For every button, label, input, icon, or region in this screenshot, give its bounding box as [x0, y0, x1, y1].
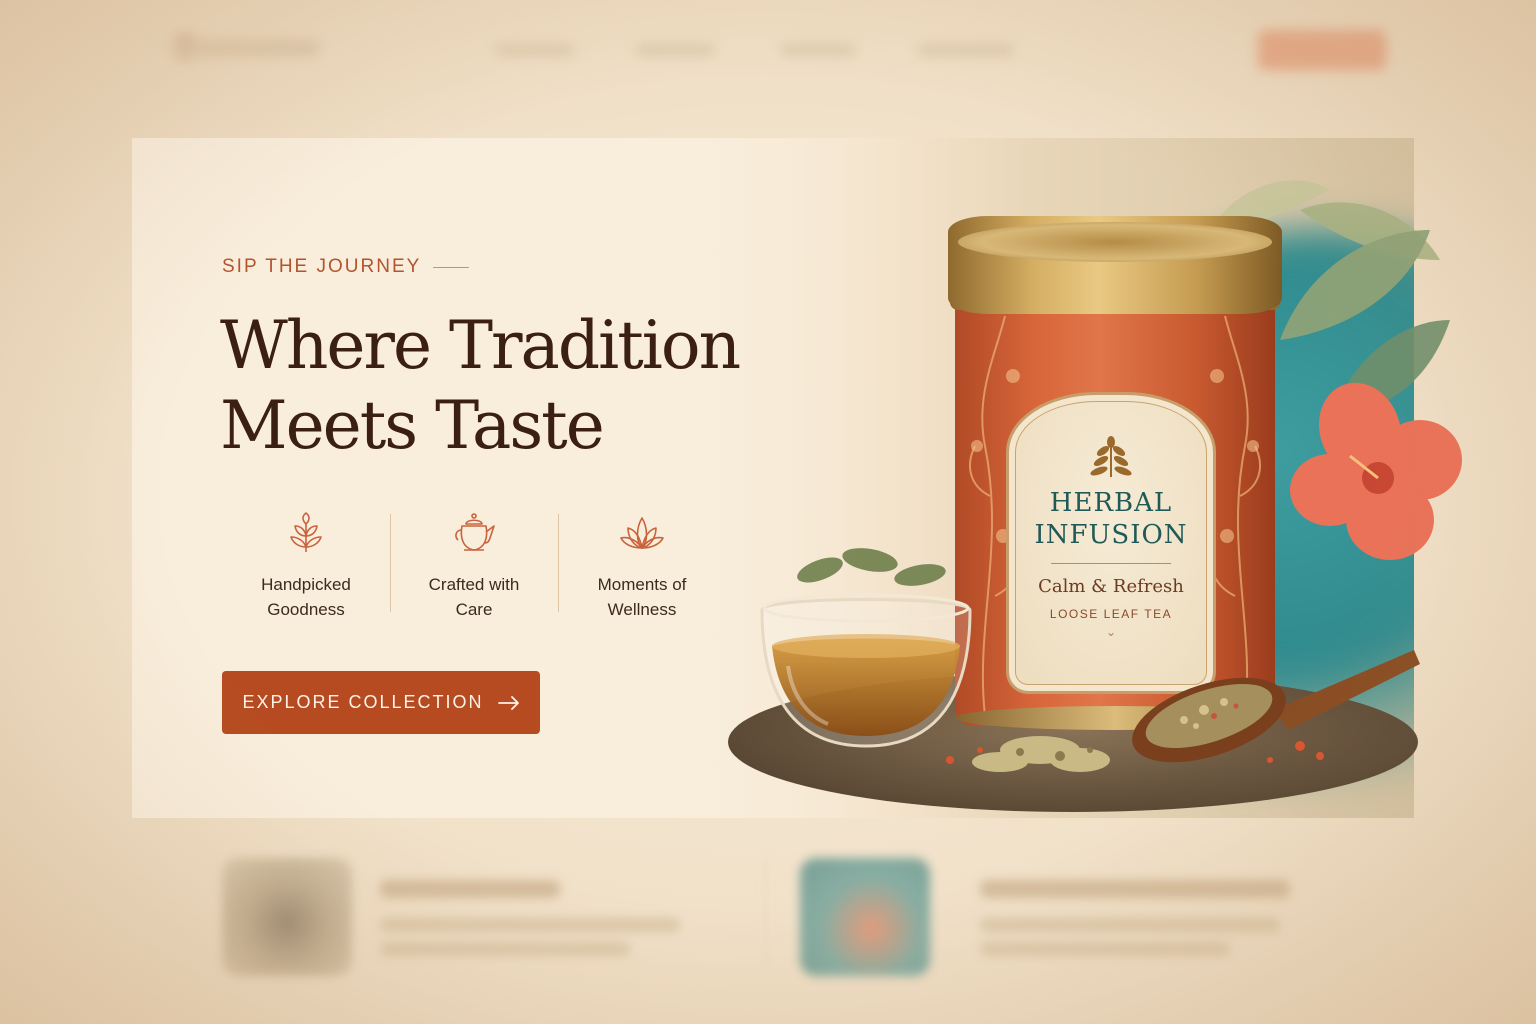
brand-line-2: INFUSION [1034, 520, 1188, 550]
card-divider [765, 854, 766, 972]
label-tea-type: LOOSE LEAF TEA [1049, 607, 1173, 621]
nav-link[interactable] [918, 44, 1014, 56]
card-text-placeholder [980, 918, 1280, 932]
nav-link[interactable] [780, 44, 856, 56]
top-navigation-blurred [150, 22, 1390, 78]
card-text-placeholder [380, 942, 630, 956]
label-brand: HERBAL INFUSION [1009, 487, 1213, 551]
feature-label: Handpicked Goodness [261, 575, 351, 619]
headline-line-2: Meets Taste [220, 387, 605, 464]
label-tagline: Calm & Refresh [1038, 576, 1184, 597]
nav-link[interactable] [495, 44, 575, 56]
feature-list: Handpicked Goodness Crafted with Care Mo… [222, 508, 726, 622]
brand-line-1: HERBAL [1049, 488, 1173, 518]
hero-headline: Where Tradition Meets Taste [220, 306, 820, 466]
card-text-placeholder [980, 942, 1230, 956]
label-ornament: ⌄ [1105, 625, 1117, 639]
hibiscus-flower [1290, 382, 1462, 560]
explore-collection-button[interactable]: EXPLORE COLLECTION [222, 671, 540, 734]
arrow-right-icon [497, 695, 519, 710]
nav-link[interactable] [635, 44, 715, 56]
card-thumbnail[interactable] [222, 858, 352, 976]
eyebrow-text: SIP THE JOURNEY [222, 256, 422, 277]
label-divider [1051, 563, 1171, 564]
feature-label: Moments of Wellness [597, 575, 687, 619]
loose-tea-leaves [946, 736, 1324, 772]
hero-eyebrow: SIP THE JOURNEY [222, 256, 470, 278]
nav-cta-button[interactable] [1258, 30, 1386, 70]
eyebrow-rule [433, 266, 470, 268]
lotus-icon [620, 517, 664, 549]
feature-label: Crafted with Care [428, 575, 520, 619]
card-title-placeholder [380, 880, 560, 898]
leaf-sprout-icon [290, 512, 322, 552]
tea-tin-lid-top [958, 222, 1272, 262]
sprig-emblem-icon [1090, 436, 1132, 477]
card-title-placeholder [980, 880, 1290, 898]
card-text-placeholder [380, 918, 680, 932]
feature-crafted: Crafted with Care [390, 508, 558, 622]
feature-handpicked: Handpicked Goodness [222, 508, 390, 622]
feature-wellness: Moments of Wellness [558, 508, 726, 622]
lower-cards-blurred [210, 850, 1330, 980]
card-thumbnail[interactable] [800, 858, 930, 976]
teapot-icon [455, 513, 495, 551]
cta-label: EXPLORE COLLECTION [242, 692, 484, 712]
headline-line-1: Where Tradition [220, 307, 741, 384]
logo-text-placeholder [170, 40, 320, 56]
